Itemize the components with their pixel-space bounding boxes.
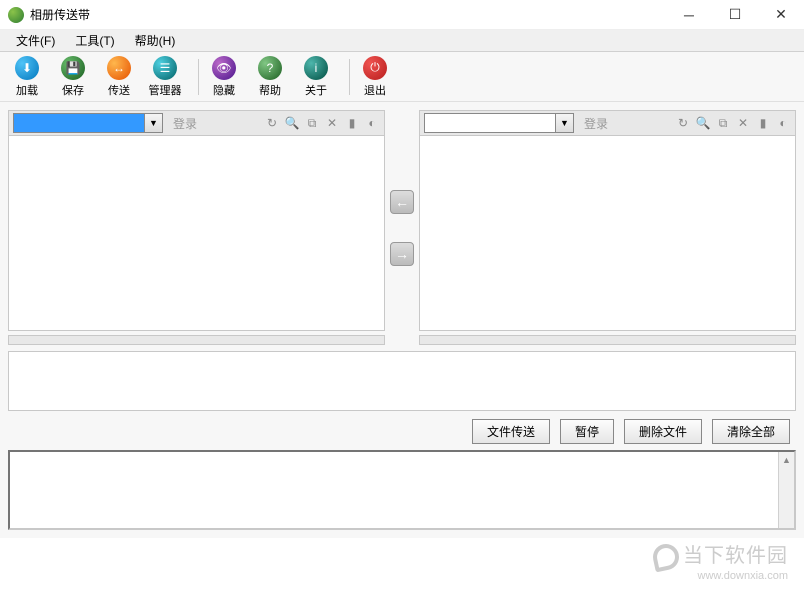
toolbar-exit[interactable]: ⏻ 退出 xyxy=(356,56,394,98)
watermark-text: 当下软件园 xyxy=(683,545,788,567)
file-transfer-button[interactable]: 文件传送 xyxy=(472,419,550,444)
right-panel-footer xyxy=(419,335,796,345)
panel-gap: ← → xyxy=(385,110,419,345)
window-title: 相册传送带 xyxy=(30,6,666,23)
maximize-button[interactable]: ☐ xyxy=(712,0,758,30)
app-icon xyxy=(8,7,24,23)
toolbar-transfer[interactable]: ↔ 传送 xyxy=(100,56,138,98)
folder-icon[interactable]: ▮ xyxy=(755,115,771,131)
toolbar-separator-2 xyxy=(349,59,350,95)
arrow-right-button[interactable]: → xyxy=(390,242,414,266)
menubar: 文件(F) 工具(T) 帮助(H) xyxy=(0,30,804,52)
copy-icon[interactable]: ⧉ xyxy=(715,115,731,131)
clear-all-button[interactable]: 清除全部 xyxy=(712,419,790,444)
toolbar-manager[interactable]: ☰ 管理器 xyxy=(146,56,184,98)
toolbar-about[interactable]: i 关于 xyxy=(297,56,335,98)
minimize-button[interactable]: ─ xyxy=(666,0,712,30)
toolbar-hide-label: 隐藏 xyxy=(213,82,235,98)
toolbar-load[interactable]: ⬇ 加载 xyxy=(8,56,46,98)
left-panel: ▼ 登录 ↻ 🔍 ⧉ ✕ ▮ ◐ xyxy=(8,110,385,345)
menu-file[interactable]: 文件(F) xyxy=(6,30,65,51)
log-area: ▲ xyxy=(8,450,796,530)
search-icon[interactable]: 🔍 xyxy=(695,115,711,131)
about-icon: i xyxy=(304,56,328,80)
watermark-url: www.downxia.com xyxy=(653,570,788,582)
dropdown-arrow-icon: ▼ xyxy=(555,114,573,132)
toolbar-load-label: 加载 xyxy=(16,82,38,98)
toolbar-exit-label: 退出 xyxy=(364,82,386,98)
left-panel-body xyxy=(8,136,385,331)
delete-icon[interactable]: ✕ xyxy=(735,115,751,131)
help-icon: ? xyxy=(258,56,282,80)
menu-tools[interactable]: 工具(T) xyxy=(65,30,124,51)
refresh-icon[interactable]: ↻ xyxy=(264,115,280,131)
left-combo[interactable]: ▼ xyxy=(13,113,163,133)
window-controls: ─ ☐ ✕ xyxy=(666,0,804,30)
menu-help[interactable]: 帮助(H) xyxy=(125,30,186,51)
manager-icon: ☰ xyxy=(153,56,177,80)
toolbar: ⬇ 加载 💾 保存 ↔ 传送 ☰ 管理器 👁 隐藏 ? 帮助 i 关于 ⏻ 退出 xyxy=(0,52,804,102)
main-area: ▼ 登录 ↻ 🔍 ⧉ ✕ ▮ ◐ ← → ▼ xyxy=(0,102,804,538)
titlebar: 相册传送带 ─ ☐ ✕ xyxy=(0,0,804,30)
hide-icon: 👁 xyxy=(212,56,236,80)
arrow-left-button[interactable]: ← xyxy=(390,190,414,214)
toolbar-hide[interactable]: 👁 隐藏 xyxy=(205,56,243,98)
right-login-link[interactable]: 登录 xyxy=(578,115,614,132)
copy-icon[interactable]: ⧉ xyxy=(304,115,320,131)
right-combo[interactable]: ▼ xyxy=(424,113,574,133)
reload-icon[interactable]: ◐ xyxy=(775,115,791,131)
watermark-logo-icon xyxy=(651,542,682,573)
button-row: 文件传送 暂停 删除文件 清除全部 xyxy=(8,419,796,444)
save-icon: 💾 xyxy=(61,56,85,80)
panels: ▼ 登录 ↻ 🔍 ⧉ ✕ ▮ ◐ ← → ▼ xyxy=(8,110,796,345)
toolbar-separator xyxy=(198,59,199,95)
toolbar-save-label: 保存 xyxy=(62,82,84,98)
toolbar-help[interactable]: ? 帮助 xyxy=(251,56,289,98)
transfer-icon: ↔ xyxy=(107,56,131,80)
mid-list-area xyxy=(8,351,796,411)
left-panel-footer xyxy=(8,335,385,345)
toolbar-manager-label: 管理器 xyxy=(149,82,182,98)
toolbar-save[interactable]: 💾 保存 xyxy=(54,56,92,98)
right-panel-body xyxy=(419,136,796,331)
right-panel-toolbar: ▼ 登录 ↻ 🔍 ⧉ ✕ ▮ ◐ xyxy=(419,110,796,136)
toolbar-transfer-label: 传送 xyxy=(108,82,130,98)
delete-icon[interactable]: ✕ xyxy=(324,115,340,131)
close-button[interactable]: ✕ xyxy=(758,0,804,30)
search-icon[interactable]: 🔍 xyxy=(284,115,300,131)
left-panel-toolbar: ▼ 登录 ↻ 🔍 ⧉ ✕ ▮ ◐ xyxy=(8,110,385,136)
dropdown-arrow-icon: ▼ xyxy=(144,114,162,132)
pause-button[interactable]: 暂停 xyxy=(560,419,614,444)
delete-file-button[interactable]: 删除文件 xyxy=(624,419,702,444)
scroll-up-icon: ▲ xyxy=(779,452,794,468)
refresh-icon[interactable]: ↻ xyxy=(675,115,691,131)
toolbar-about-label: 关于 xyxy=(305,82,327,98)
right-panel: ▼ 登录 ↻ 🔍 ⧉ ✕ ▮ ◐ xyxy=(419,110,796,345)
left-login-link[interactable]: 登录 xyxy=(167,115,203,132)
exit-icon: ⏻ xyxy=(363,56,387,80)
folder-icon[interactable]: ▮ xyxy=(344,115,360,131)
toolbar-help-label: 帮助 xyxy=(259,82,281,98)
reload-icon[interactable]: ◐ xyxy=(364,115,380,131)
load-icon: ⬇ xyxy=(15,56,39,80)
scrollbar[interactable]: ▲ xyxy=(778,452,794,528)
watermark: 当下软件园 www.downxia.com xyxy=(653,539,788,582)
